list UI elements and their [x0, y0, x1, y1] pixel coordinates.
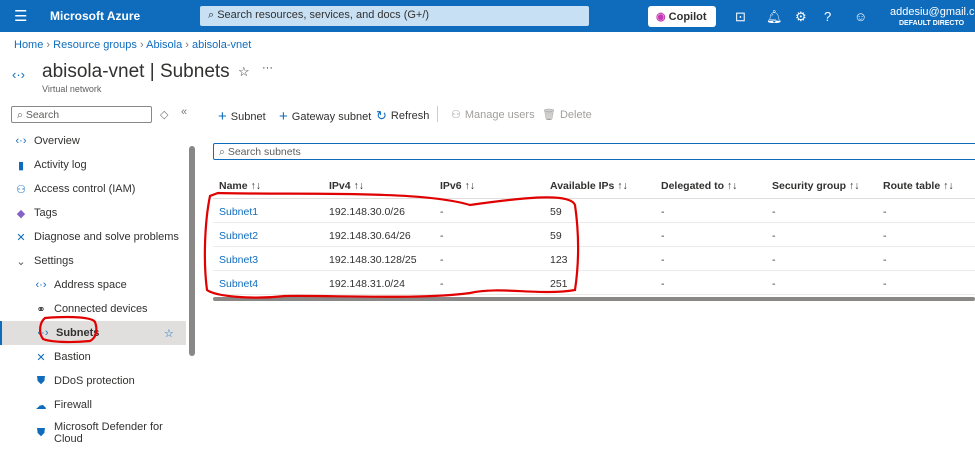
annotation-subnets-outline — [39, 315, 98, 344]
red-annotations — [39, 191, 580, 344]
annotation-table-outline — [203, 191, 580, 299]
